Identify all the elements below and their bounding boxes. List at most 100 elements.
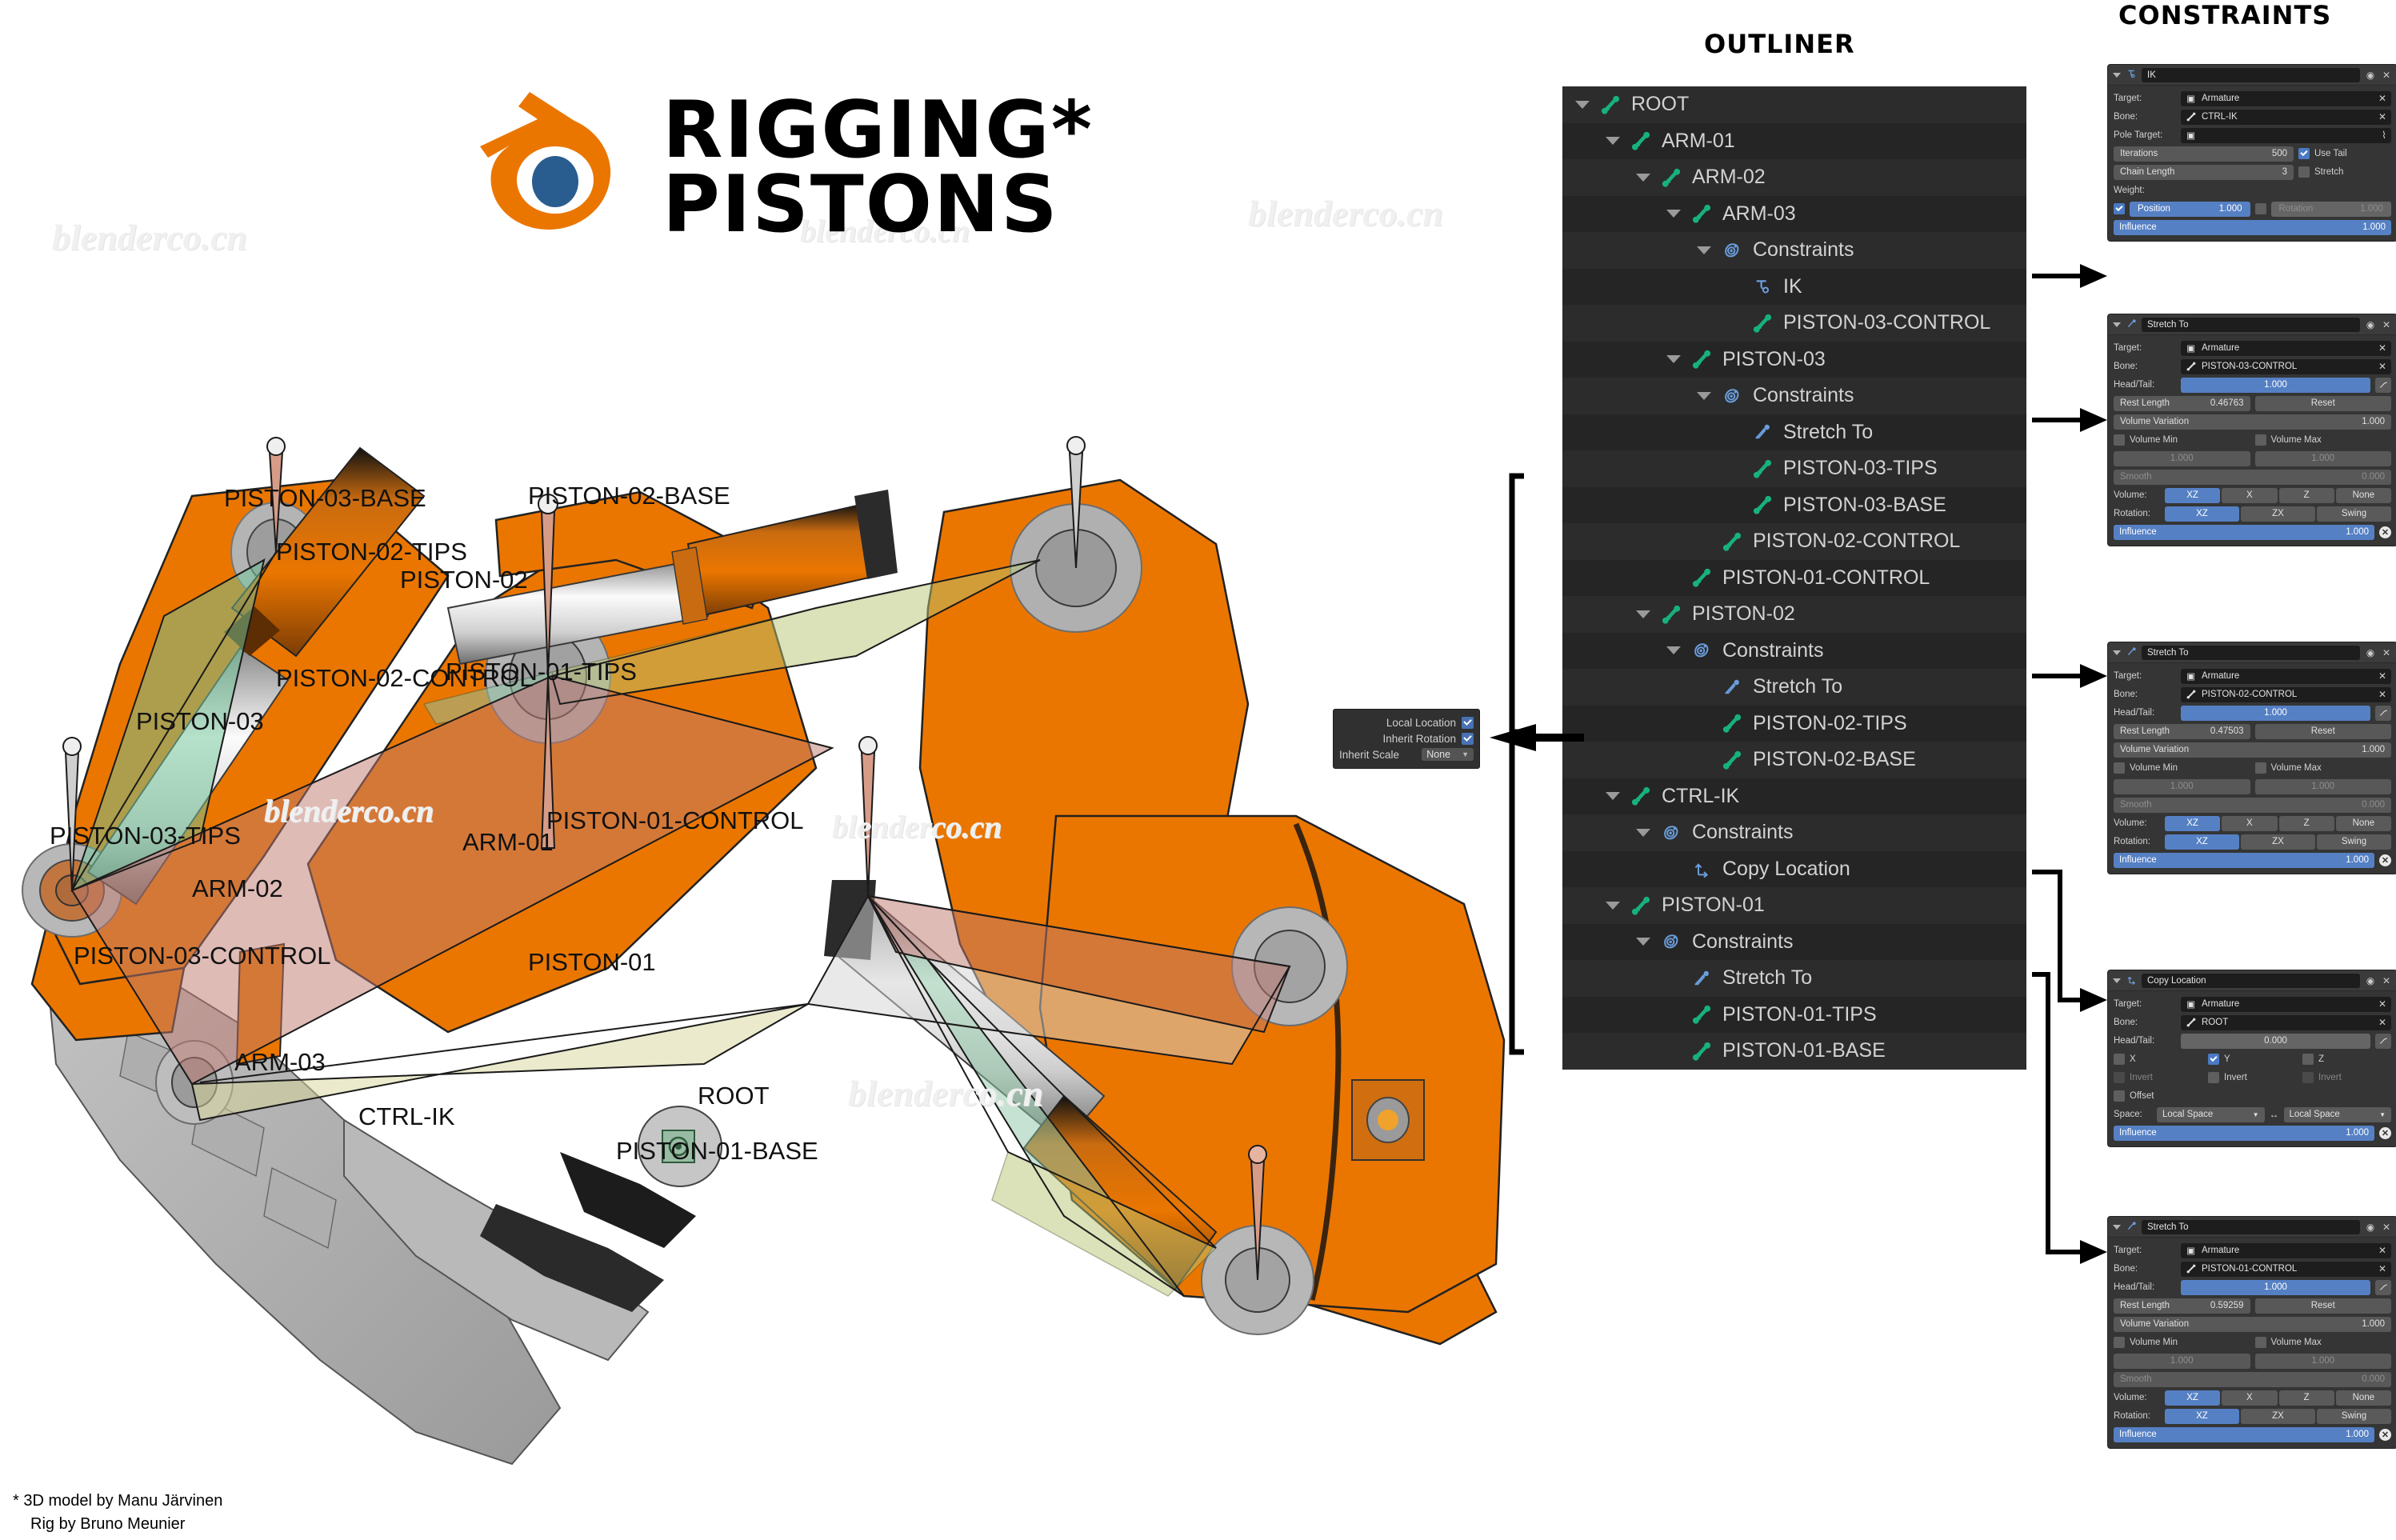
animate-property-icon[interactable]: ✕ (2379, 854, 2391, 866)
close-icon[interactable]: ✕ (2381, 319, 2392, 330)
inherit-scale-row[interactable]: Inherit Scale None ▼ (1339, 746, 1474, 762)
constraint-panel-copy-location[interactable]: Copy Location ◉ ✕ Target: ▣ Armature ✕ B… (2107, 970, 2396, 1147)
clear-target-icon[interactable]: ✕ (2378, 93, 2386, 104)
volume-variation-row[interactable]: Volume Variation 1.000 (2114, 742, 2391, 758)
outliner-row[interactable]: PISTON-01-CONTROL (1562, 559, 2026, 596)
close-icon[interactable]: ✕ (2381, 70, 2392, 81)
offset-row[interactable]: Offset (2114, 1088, 2391, 1104)
volume-max-value-field[interactable]: 1.000 (2254, 1353, 2391, 1369)
target-field[interactable]: ▣ Armature ✕ (2181, 90, 2391, 106)
constraint-name-field[interactable]: IK (2142, 67, 2360, 82)
disclosure-triangle-icon[interactable] (1633, 822, 1654, 843)
volume-variation-field[interactable]: Volume Variation 1.000 (2114, 742, 2391, 758)
iterations-field[interactable]: Iterations 500 (2114, 146, 2294, 162)
outliner-row[interactable]: Constraints (1562, 232, 2026, 269)
volume-max-checkbox[interactable] (2254, 1337, 2266, 1348)
smooth-field[interactable]: Smooth 0.000 (2114, 1371, 2391, 1387)
head-tail-curve-icon[interactable] (2375, 377, 2391, 393)
rotation-option-xz[interactable]: XZ (2165, 506, 2239, 522)
constraint-panel-stretch-to-02[interactable]: Stretch To ◉ ✕ Target: ▣ Armature ✕ Bone… (2107, 642, 2396, 874)
outliner-row[interactable]: PISTON-03-CONTROL (1562, 305, 2026, 342)
smooth-row[interactable]: Smooth 0.000 (2114, 1371, 2391, 1387)
rotation-axis-row[interactable]: Rotation: XZ ZX Swing (2114, 506, 2391, 522)
volume-minmax-toggle-row[interactable]: Volume Min Volume Max (2114, 1334, 2391, 1350)
axis-y-checkbox[interactable] (2208, 1054, 2219, 1065)
volume-max-checkbox[interactable] (2254, 434, 2266, 446)
volume-min-value-field[interactable]: 1.000 (2114, 778, 2250, 794)
volume-axis-row[interactable]: Volume: XZ X Z None (2114, 1390, 2391, 1406)
axis-x-checkbox[interactable] (2114, 1054, 2125, 1065)
outliner-row[interactable]: PISTON-02-CONTROL (1562, 523, 2026, 560)
target-field[interactable]: ▣ Armature ✕ (2181, 1242, 2391, 1258)
chevron-down-icon[interactable] (2113, 1224, 2121, 1230)
rotation-option-swing[interactable]: Swing (2317, 834, 2391, 850)
pole-target-field[interactable]: ▣ ⌇ (2181, 127, 2391, 143)
constraint-name-field[interactable]: Stretch To (2142, 1219, 2360, 1234)
chain-length-field[interactable]: Chain Length 3 (2114, 164, 2294, 180)
outliner-row[interactable]: Constraints (1562, 814, 2026, 851)
rotation-option-zx[interactable]: ZX (2241, 506, 2315, 522)
volume-option-xz[interactable]: XZ (2165, 815, 2221, 831)
disclosure-triangle-icon[interactable] (1602, 895, 1623, 916)
bone-field[interactable]: PISTON-01-CONTROL ✕ (2181, 1261, 2391, 1277)
head-tail-slider[interactable]: 1.000 (2181, 705, 2370, 721)
outliner-row[interactable]: ROOT (1562, 86, 2026, 123)
local-location-row[interactable]: Local Location (1339, 714, 1474, 730)
invert-z-checkbox[interactable] (2302, 1072, 2314, 1083)
iterations-row[interactable]: Iterations 500 Use Tail (2114, 146, 2391, 162)
volume-option-xz[interactable]: XZ (2165, 1390, 2221, 1406)
inherit-scale-dropdown[interactable]: None ▼ (1422, 748, 1474, 761)
space-from-dropdown[interactable]: Local Space ▼ (2157, 1106, 2265, 1122)
constraint-name-field[interactable]: Copy Location (2142, 973, 2360, 988)
outliner-row[interactable]: PISTON-01 (1562, 887, 2026, 924)
bone-field[interactable]: PISTON-03-CONTROL ✕ (2181, 358, 2391, 374)
disclosure-triangle-icon[interactable] (1694, 240, 1714, 261)
head-tail-slider[interactable]: 0.000 (2181, 1033, 2370, 1049)
reset-button[interactable]: Reset (2254, 1298, 2391, 1314)
chevron-down-icon[interactable] (2113, 978, 2121, 983)
target-field[interactable]: ▣ Armature ✕ (2181, 340, 2391, 356)
outliner-row[interactable]: ARM-02 (1562, 159, 2026, 196)
head-tail-slider[interactable]: 1.000 (2181, 377, 2370, 393)
rest-length-field[interactable]: Rest Length 0.59259 (2114, 1298, 2250, 1314)
volume-min-value-field[interactable]: 1.000 (2114, 450, 2250, 466)
volume-minmax-value-row[interactable]: 1.000 1.000 (2114, 778, 2391, 794)
outliner-row[interactable]: Constraints (1562, 632, 2026, 669)
disclosure-triangle-icon[interactable] (1663, 203, 1684, 224)
bone-field[interactable]: CTRL-IK ✕ (2181, 109, 2391, 125)
outliner-row[interactable]: PISTON-03-TIPS (1562, 450, 2026, 487)
influence-row[interactable]: Influence 1.000 ✕ (2114, 1125, 2391, 1141)
clear-bone-icon[interactable]: ✕ (2378, 111, 2386, 122)
volume-segment-control[interactable]: XZ X Z None (2165, 487, 2391, 503)
clear-bone-icon[interactable]: ✕ (2378, 689, 2386, 700)
volume-variation-field[interactable]: Volume Variation 1.000 (2114, 414, 2391, 430)
outliner-row[interactable]: PISTON-01-TIPS (1562, 996, 2026, 1033)
bone-row[interactable]: Bone: ROOT ✕ (2114, 1014, 2391, 1030)
close-icon[interactable]: ✕ (2381, 647, 2392, 658)
eye-icon[interactable]: ◉ (2365, 70, 2376, 81)
disclosure-triangle-icon[interactable] (1663, 640, 1684, 661)
outliner-row[interactable]: IK (1562, 268, 2026, 305)
weight-values-row[interactable]: Position 1.000 Rotation 1.000 (2114, 201, 2391, 217)
influence-slider[interactable]: Influence 1.000 (2114, 219, 2391, 235)
influence-row[interactable]: Influence 1.000 ✕ (2114, 1426, 2391, 1442)
head-tail-row[interactable]: Head/Tail: 0.000 (2114, 1033, 2391, 1049)
rotation-segment-control[interactable]: XZ ZX Swing (2165, 834, 2391, 850)
volume-minmax-value-row[interactable]: 1.000 1.000 (2114, 450, 2391, 466)
outliner-row[interactable]: ARM-01 (1562, 122, 2026, 159)
space-to-dropdown[interactable]: Local Space ▼ (2283, 1106, 2391, 1122)
space-row[interactable]: Space: Local Space ▼ ↔ Local Space ▼ (2114, 1106, 2391, 1122)
axis-z-checkbox[interactable] (2302, 1054, 2314, 1065)
disclosure-triangle-icon[interactable] (1633, 604, 1654, 625)
bone-field[interactable]: ROOT ✕ (2181, 1014, 2391, 1030)
volume-option-x[interactable]: X (2222, 1390, 2278, 1406)
volume-segment-control[interactable]: XZ X Z None (2165, 815, 2391, 831)
outliner-panel[interactable]: ROOT ARM-01 ARM-02 ARM-03 Constraints IK PISTO… (1562, 86, 2026, 1070)
bone-relations-popup[interactable]: Local Location Inherit Rotation Inherit … (1333, 709, 1480, 769)
rotation-enable-checkbox[interactable] (2254, 203, 2266, 214)
influence-row[interactable]: Influence 1.000 ✕ (2114, 852, 2391, 868)
panel-header[interactable]: Stretch To ◉ ✕ (2108, 1217, 2396, 1238)
rest-length-field[interactable]: Rest Length 0.47503 (2114, 723, 2250, 739)
axis-row[interactable]: X Y Z (2114, 1051, 2391, 1067)
volume-max-checkbox[interactable] (2254, 762, 2266, 774)
